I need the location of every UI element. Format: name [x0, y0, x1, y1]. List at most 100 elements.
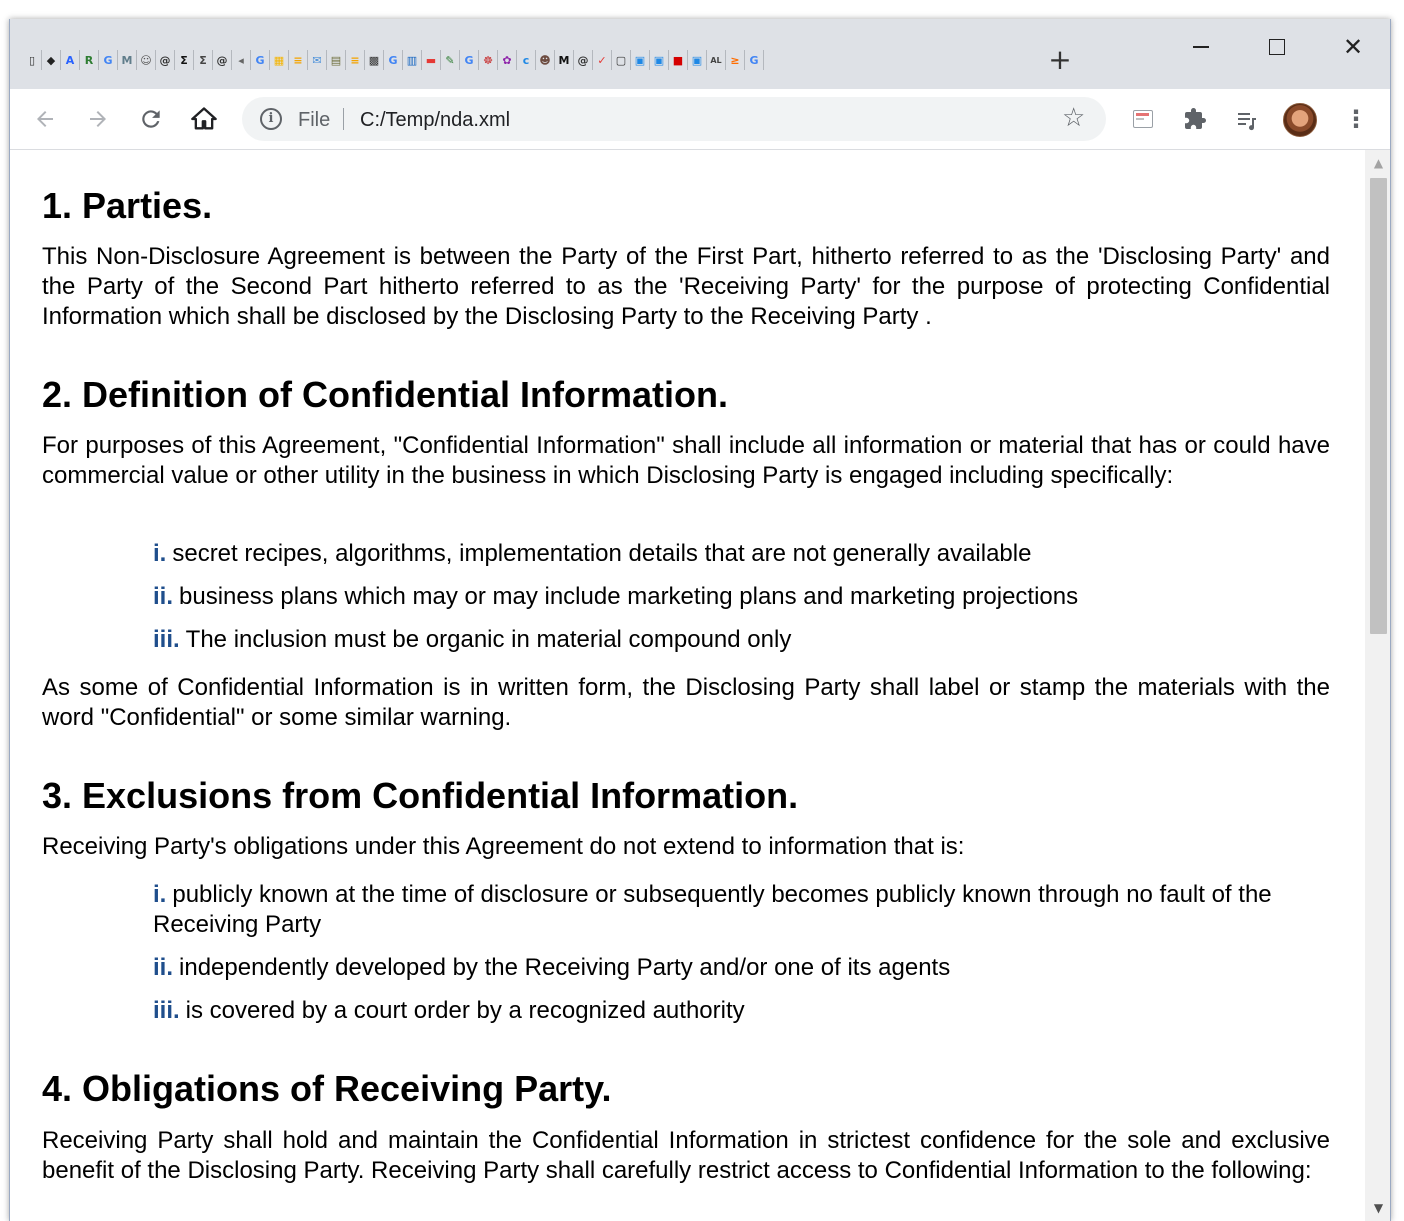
- home-button[interactable]: [186, 101, 222, 137]
- pinned-tab[interactable]: ✎: [442, 50, 460, 70]
- pinned-tab[interactable]: G: [461, 50, 479, 70]
- red-box-icon: ■: [672, 53, 684, 67]
- g-icon: G: [255, 53, 265, 67]
- pinned-tab[interactable]: c: [518, 50, 536, 70]
- pinned-tab[interactable]: @: [214, 50, 232, 70]
- pinned-tab[interactable]: ▣: [632, 50, 650, 70]
- sum-icon: ≥: [730, 53, 740, 67]
- pinned-tab[interactable]: ▬: [423, 50, 441, 70]
- back-button[interactable]: [27, 101, 63, 137]
- url-scheme-label: File: [298, 109, 331, 131]
- pinned-tab[interactable]: ◆: [43, 50, 61, 70]
- list-item: ii. independently developed by the Receiv…: [153, 953, 1323, 983]
- sigma-icon: Σ: [180, 53, 188, 67]
- list-item-number: i.: [153, 881, 167, 908]
- pinned-tab[interactable]: G: [385, 50, 403, 70]
- bookmark-star-icon[interactable]: ☆: [1062, 103, 1085, 133]
- url-text[interactable]: C:/Temp/nda.xml: [360, 109, 510, 132]
- minimize-button[interactable]: [1173, 27, 1229, 67]
- box-icon: ▣: [691, 53, 703, 67]
- extensions-puzzle-icon[interactable]: [1177, 101, 1213, 137]
- pinned-tab[interactable]: ▦: [271, 50, 289, 70]
- list-item-text: is covered by a court order by a recogni…: [185, 997, 745, 1024]
- pinned-tab[interactable]: ▥: [404, 50, 422, 70]
- page-content: 1. Parties. This Non-Disclosure Agreemen…: [10, 150, 1390, 1221]
- section-paragraph: Receiving Party's obligations under this…: [42, 833, 965, 860]
- scrollbar-thumb[interactable]: [1370, 178, 1387, 634]
- pinned-tab[interactable]: ▤: [328, 50, 346, 70]
- pinned-tab[interactable]: ✿: [499, 50, 517, 70]
- page-icon: ▢: [615, 53, 627, 67]
- scroll-down-arrow-icon[interactable]: ▼: [1365, 1195, 1390, 1221]
- pinned-tab[interactable]: ▣: [689, 50, 707, 70]
- pinned-tab[interactable]: ■: [670, 50, 688, 70]
- url-separator: [343, 108, 344, 130]
- stack-icon: ≡: [350, 53, 360, 67]
- pinned-tab[interactable]: AL: [708, 50, 726, 70]
- qr-icon: ▩: [368, 53, 380, 67]
- stack-icon: ≡: [293, 53, 303, 67]
- scroll-up-arrow-icon[interactable]: ▲: [1365, 150, 1390, 176]
- list-item-text: secret recipes, algorithms, implementati…: [172, 540, 1032, 567]
- pinned-tab[interactable]: ✉: [309, 50, 327, 70]
- pinned-tab[interactable]: ≡: [290, 50, 308, 70]
- pinned-tab[interactable]: Σ: [195, 50, 213, 70]
- pinned-tab[interactable]: ☺: [138, 50, 156, 70]
- pinned-tab[interactable]: ≡: [347, 50, 365, 70]
- doc-icon: ▤: [330, 53, 342, 67]
- pinned-tab[interactable]: G: [252, 50, 270, 70]
- section-paragraph: As some of Confidential Information is i…: [42, 674, 1330, 731]
- list-item-number: i.: [153, 540, 167, 567]
- list-item: i. publicly known at the time of disclosu…: [153, 880, 1323, 940]
- pinned-tab[interactable]: Σ: [176, 50, 194, 70]
- pinned-tab[interactable]: ▩: [366, 50, 384, 70]
- close-window-button[interactable]: ✕: [1325, 27, 1381, 67]
- pinned-tab[interactable]: ≥: [727, 50, 745, 70]
- list-item-text: publicly known at the time of disclosure…: [153, 881, 1272, 938]
- browser-toolbar: i File C:/Temp/nda.xml ☆ ⋮: [10, 89, 1390, 150]
- pinned-tab[interactable]: ✓: [594, 50, 612, 70]
- reload-button[interactable]: [133, 101, 169, 137]
- sigma-outline-icon: Σ: [199, 53, 207, 67]
- pinned-tab[interactable]: A: [62, 50, 80, 70]
- speaker-icon: ◂: [238, 53, 244, 67]
- new-tab-button[interactable]: +: [1044, 45, 1076, 77]
- pinned-tab[interactable]: G: [100, 50, 118, 70]
- section-paragraph: Receiving Party shall hold and maintain …: [42, 1127, 1330, 1184]
- reading-list-icon[interactable]: [1229, 101, 1265, 137]
- extension-button[interactable]: [1125, 101, 1161, 137]
- more-menu-icon[interactable]: ⋮: [1338, 101, 1374, 137]
- profile-avatar[interactable]: [1283, 103, 1317, 137]
- al-icon: AL: [710, 55, 722, 65]
- desktop-background: [0, 0, 1404, 19]
- home-icon: [191, 107, 217, 130]
- maximize-button[interactable]: [1249, 27, 1305, 67]
- pinned-tab[interactable]: ☻: [537, 50, 555, 70]
- pinned-tab[interactable]: M: [556, 50, 574, 70]
- mail-icon: ✉: [312, 53, 322, 67]
- forward-button[interactable]: [80, 101, 116, 137]
- pinned-tab[interactable]: ☸: [480, 50, 498, 70]
- pinned-tab[interactable]: ▯: [24, 50, 42, 70]
- section-heading: 1. Parties.: [42, 185, 213, 226]
- shield-icon: ◆: [46, 53, 56, 67]
- pinned-tab[interactable]: G: [746, 50, 764, 70]
- swirl-icon: @: [216, 53, 228, 67]
- pinned-tab[interactable]: @: [575, 50, 593, 70]
- address-bar[interactable]: i File C:/Temp/nda.xml ☆: [242, 97, 1106, 141]
- list-item: iii. The inclusion must be organic in mat…: [153, 625, 1323, 655]
- box-icon: ▣: [634, 53, 646, 67]
- pinned-tab[interactable]: @: [157, 50, 175, 70]
- section-heading: 4. Obligations of Receiving Party.: [42, 1068, 612, 1109]
- pinned-tab[interactable]: ▢: [613, 50, 631, 70]
- red-icon: ☸: [483, 53, 493, 67]
- pinned-tab[interactable]: R: [81, 50, 99, 70]
- pinned-tab[interactable]: ◂: [233, 50, 251, 70]
- info-icon[interactable]: i: [260, 108, 282, 130]
- youtube-icon: ▬: [425, 53, 437, 67]
- pinned-tab[interactable]: ▣: [651, 50, 669, 70]
- vertical-scrollbar[interactable]: ▲ ▼: [1365, 150, 1390, 1221]
- list-item-number: iii.: [153, 997, 180, 1024]
- pinned-tab[interactable]: M: [119, 50, 137, 70]
- r-icon: R: [84, 53, 94, 67]
